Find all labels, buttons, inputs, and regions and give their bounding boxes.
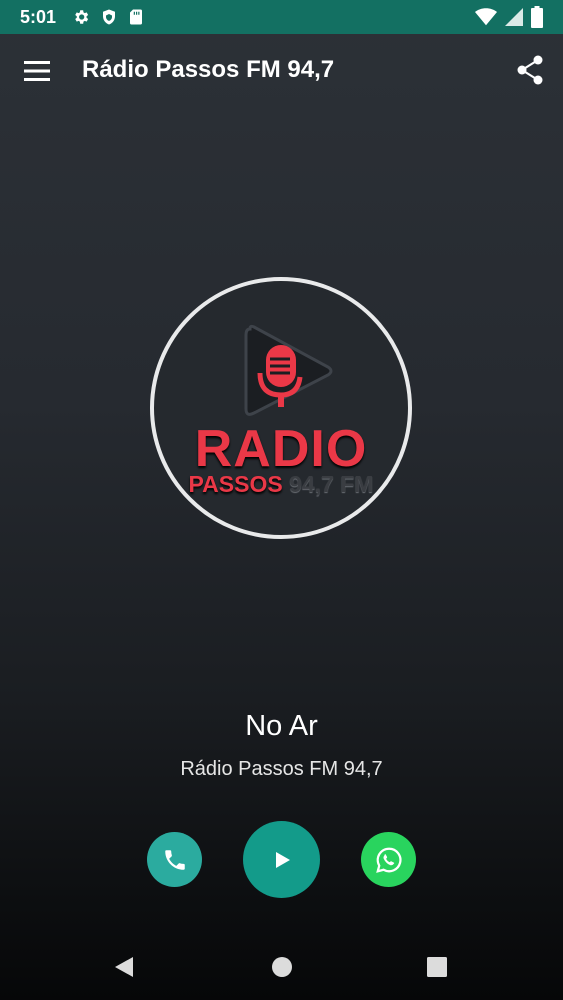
nav-recents-button[interactable] — [425, 955, 449, 979]
nav-home-button[interactable] — [270, 955, 294, 979]
menu-button[interactable] — [22, 56, 54, 86]
now-playing-station: Rádio Passos FM 94,7 — [180, 758, 383, 780]
status-bar: 5:01 — [0, 0, 563, 34]
station-logo: RADIO PASSOS 94,7 FM — [150, 277, 412, 539]
sd-card-icon — [130, 9, 143, 25]
microphone-play-logo-icon — [244, 324, 333, 416]
share-button[interactable] — [515, 54, 545, 88]
logo-subtitle: PASSOS 94,7 FM — [154, 471, 408, 498]
wifi-icon — [475, 8, 497, 26]
recents-square-icon — [427, 957, 447, 977]
back-triangle-icon — [115, 957, 133, 977]
battery-icon — [531, 6, 543, 28]
whatsapp-button[interactable] — [361, 832, 416, 887]
status-time: 5:01 — [20, 6, 57, 27]
phone-icon — [164, 849, 185, 870]
play-button[interactable] — [243, 821, 320, 898]
logo-subtitle-frequency: 94,7 FM — [289, 471, 374, 497]
play-icon — [275, 851, 290, 868]
home-circle-icon — [272, 957, 292, 977]
nav-back-button[interactable] — [112, 955, 136, 979]
hamburger-menu-icon — [24, 61, 50, 81]
app-title: Rádio Passos FM 94,7 — [82, 56, 335, 83]
call-button[interactable] — [147, 832, 202, 887]
signal-icon — [505, 8, 523, 26]
whatsapp-icon — [375, 847, 401, 873]
app-toolbar: Rádio Passos FM 94,7 — [0, 34, 563, 108]
logo-wordmark: RADIO — [194, 420, 368, 478]
shield-icon — [103, 9, 116, 25]
logo-subtitle-city: PASSOS — [188, 471, 283, 497]
system-navigation-bar — [0, 935, 563, 1000]
gear-icon — [75, 10, 89, 24]
now-playing-status: No Ar — [245, 710, 318, 742]
share-icon — [517, 55, 543, 85]
